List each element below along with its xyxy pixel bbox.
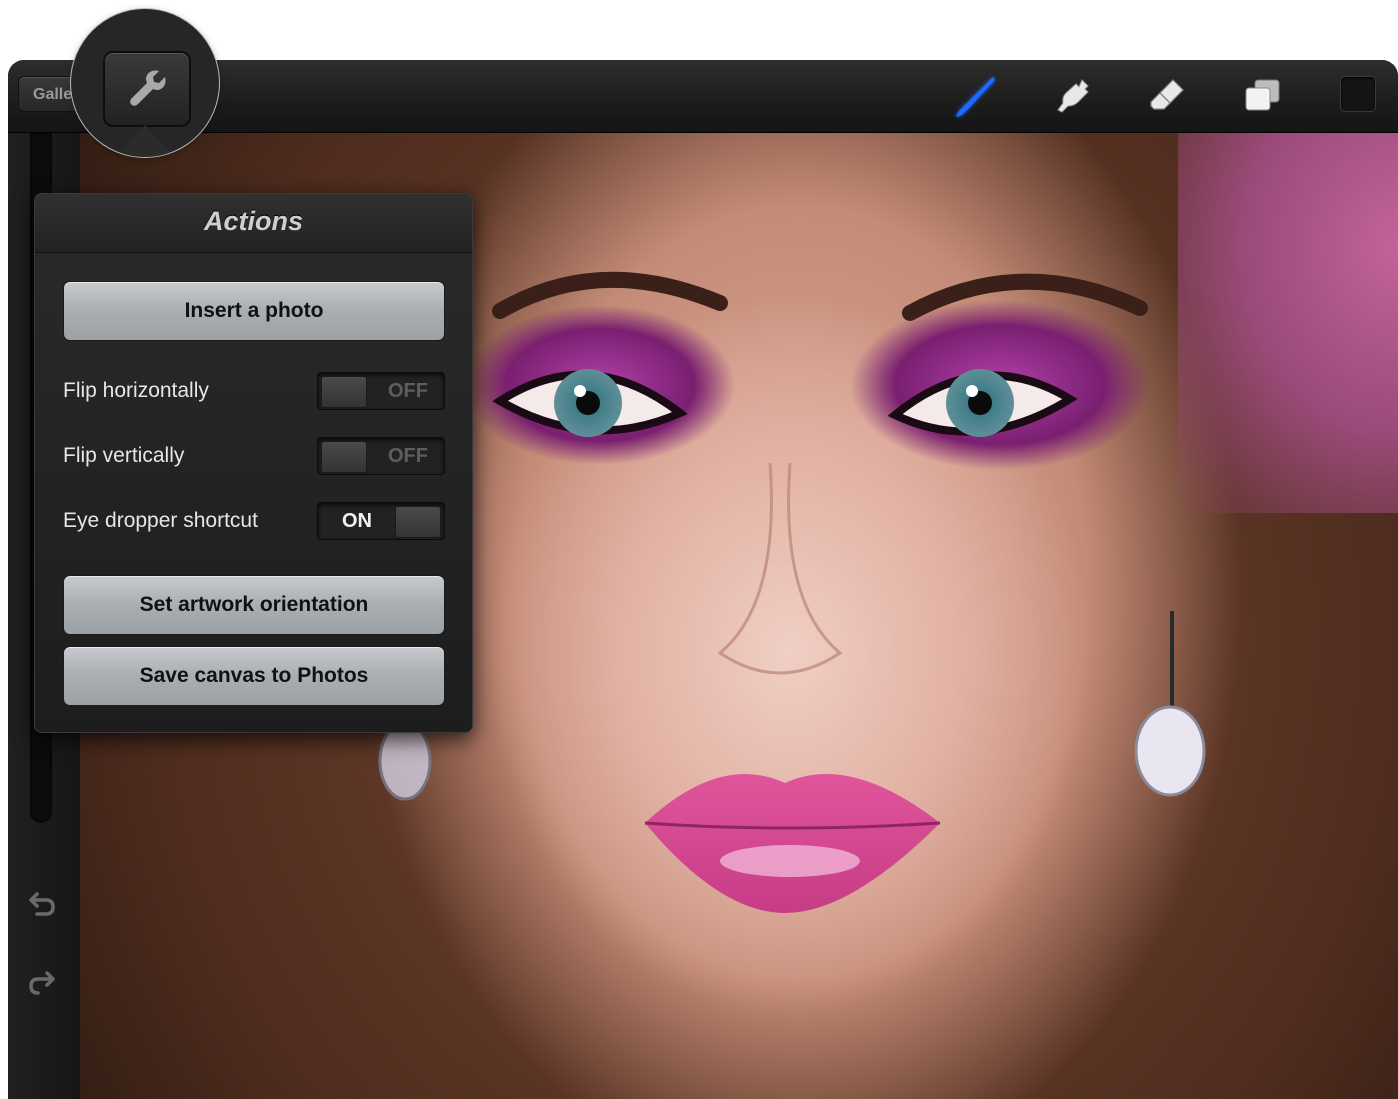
eye-dropper-toggle[interactable]: ON (317, 502, 445, 540)
set-orientation-button[interactable]: Set artwork orientation (63, 575, 445, 635)
save-canvas-button[interactable]: Save canvas to Photos (63, 646, 445, 706)
toggle-state: OFF (388, 445, 428, 467)
layers-tool-button[interactable] (1238, 72, 1286, 120)
popover-header: Actions (35, 194, 472, 253)
redo-icon (29, 971, 55, 995)
eraser-icon (1150, 79, 1184, 110)
wrench-magnifier (71, 9, 219, 157)
actions-popover: Actions Insert a photo Flip horizontally… (34, 193, 473, 733)
app-window: Galle Actions Insert a photo Flip horizo… (8, 60, 1398, 1099)
undo-icon (29, 892, 55, 916)
redo-button[interactable] (24, 966, 60, 1002)
toggle-knob (321, 441, 367, 473)
wrench-icon (130, 70, 166, 106)
flip-vertically-label: Flip vertically (63, 444, 185, 467)
eye-dropper-label: Eye dropper shortcut (63, 509, 258, 532)
color-picker-button[interactable] (1340, 76, 1376, 112)
insert-photo-button[interactable]: Insert a photo (63, 281, 445, 341)
toggle-state: OFF (388, 380, 428, 402)
brush-icon (956, 77, 995, 117)
eraser-tool-button[interactable] (1143, 72, 1191, 120)
flip-horizontally-label: Flip horizontally (63, 379, 209, 402)
smudge-tool-button[interactable] (1048, 72, 1096, 120)
undo-button[interactable] (24, 887, 60, 923)
actions-button[interactable] (103, 51, 191, 127)
toggle-knob (321, 376, 367, 408)
brush-tool-button[interactable] (950, 72, 998, 120)
toggle-state: ON (342, 510, 372, 532)
flip-horizontally-toggle[interactable]: OFF (317, 372, 445, 410)
popover-pointer (115, 125, 175, 157)
flip-vertically-toggle[interactable]: OFF (317, 437, 445, 475)
layers-icon (1245, 79, 1280, 111)
smudge-icon (1057, 79, 1089, 113)
popover-title: Actions (203, 206, 303, 236)
toggle-knob (395, 506, 441, 538)
